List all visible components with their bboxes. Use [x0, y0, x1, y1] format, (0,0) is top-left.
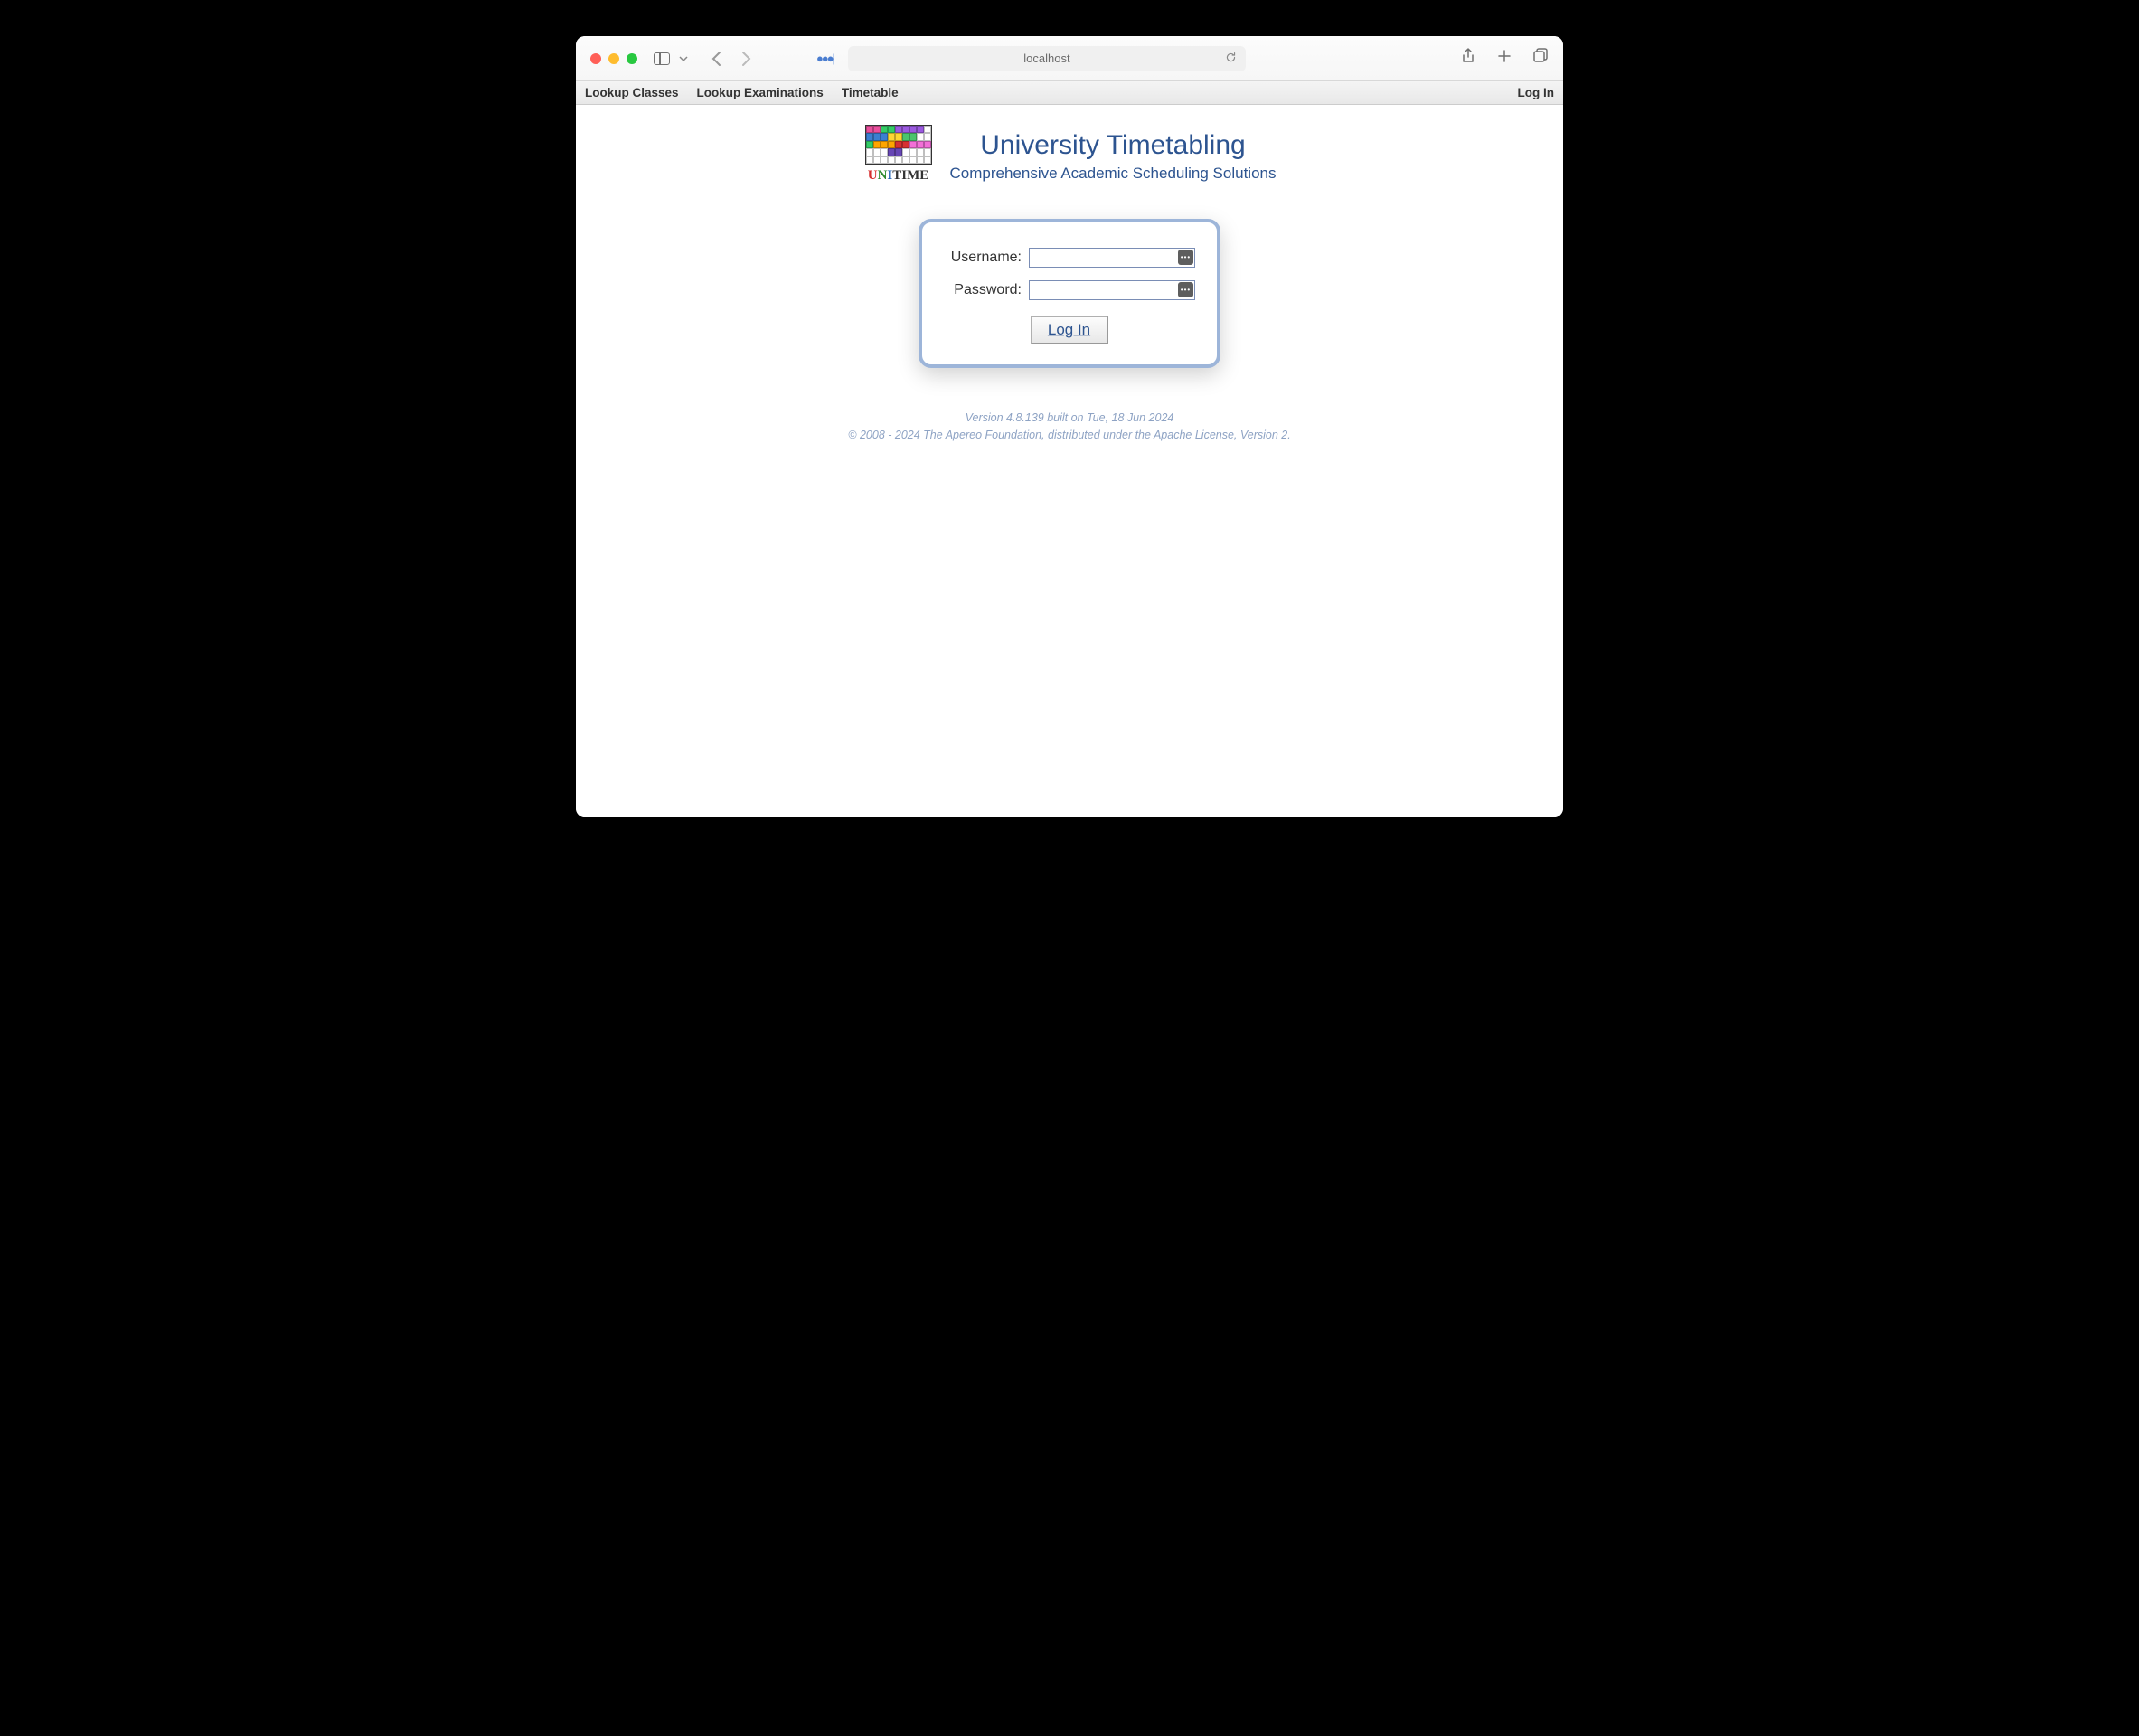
autofill-icon[interactable]: •••	[1178, 250, 1193, 265]
copyright-text: © 2008 - 2024 The Apereo Foundation, dis…	[848, 427, 1290, 444]
forward-button[interactable]	[735, 48, 757, 70]
page-subtitle: Comprehensive Academic Scheduling Soluti…	[950, 165, 1277, 183]
unitime-logo: UNITIME	[863, 125, 934, 188]
version-text: Version 4.8.139 built on Tue, 18 Jun 202…	[848, 410, 1290, 427]
website-settings-icon[interactable]: ●●●|	[816, 52, 834, 65]
sidebar-toggle-icon[interactable]	[654, 52, 670, 65]
reload-icon[interactable]	[1225, 52, 1237, 66]
password-label: Password:	[944, 282, 1022, 298]
username-input[interactable]	[1029, 248, 1195, 268]
back-button[interactable]	[706, 48, 728, 70]
nav-log-in[interactable]: Log In	[1518, 86, 1555, 99]
tab-group-dropdown-icon[interactable]	[679, 56, 688, 61]
page-footer: Version 4.8.139 built on Tue, 18 Jun 202…	[848, 410, 1290, 444]
traffic-lights	[590, 53, 637, 64]
autofill-icon[interactable]: •••	[1178, 282, 1193, 297]
share-icon[interactable]	[1460, 48, 1476, 69]
page-content: UNITIME University Timetabling Comprehen…	[576, 105, 1563, 817]
app-nav-bar: Lookup Classes Lookup Examinations Timet…	[576, 81, 1563, 105]
logo-grid-icon	[865, 125, 932, 165]
password-input[interactable]	[1029, 280, 1195, 300]
tab-overview-icon[interactable]	[1532, 48, 1549, 69]
nav-timetable[interactable]: Timetable	[842, 86, 899, 99]
nav-lookup-examinations[interactable]: Lookup Examinations	[697, 86, 824, 99]
url-text: localhost	[1023, 52, 1070, 65]
page-title: University Timetabling	[950, 130, 1277, 161]
nav-lookup-classes[interactable]: Lookup Classes	[585, 86, 679, 99]
page-header: UNITIME University Timetabling Comprehen…	[863, 125, 1277, 188]
new-tab-icon[interactable]	[1496, 48, 1512, 69]
login-button[interactable]: Log In	[1031, 316, 1108, 344]
maximize-window-button[interactable]	[627, 53, 637, 64]
login-form: Username: ••• Password: ••• Log In	[919, 219, 1220, 368]
close-window-button[interactable]	[590, 53, 601, 64]
minimize-window-button[interactable]	[608, 53, 619, 64]
username-label: Username:	[944, 250, 1022, 266]
browser-toolbar: ●●●| localhost	[576, 36, 1563, 81]
url-bar[interactable]: localhost	[848, 46, 1246, 71]
browser-window: ●●●| localhost Lookup Classes Lookup Exa…	[576, 36, 1563, 817]
logo-text: UNITIME	[868, 168, 929, 184]
